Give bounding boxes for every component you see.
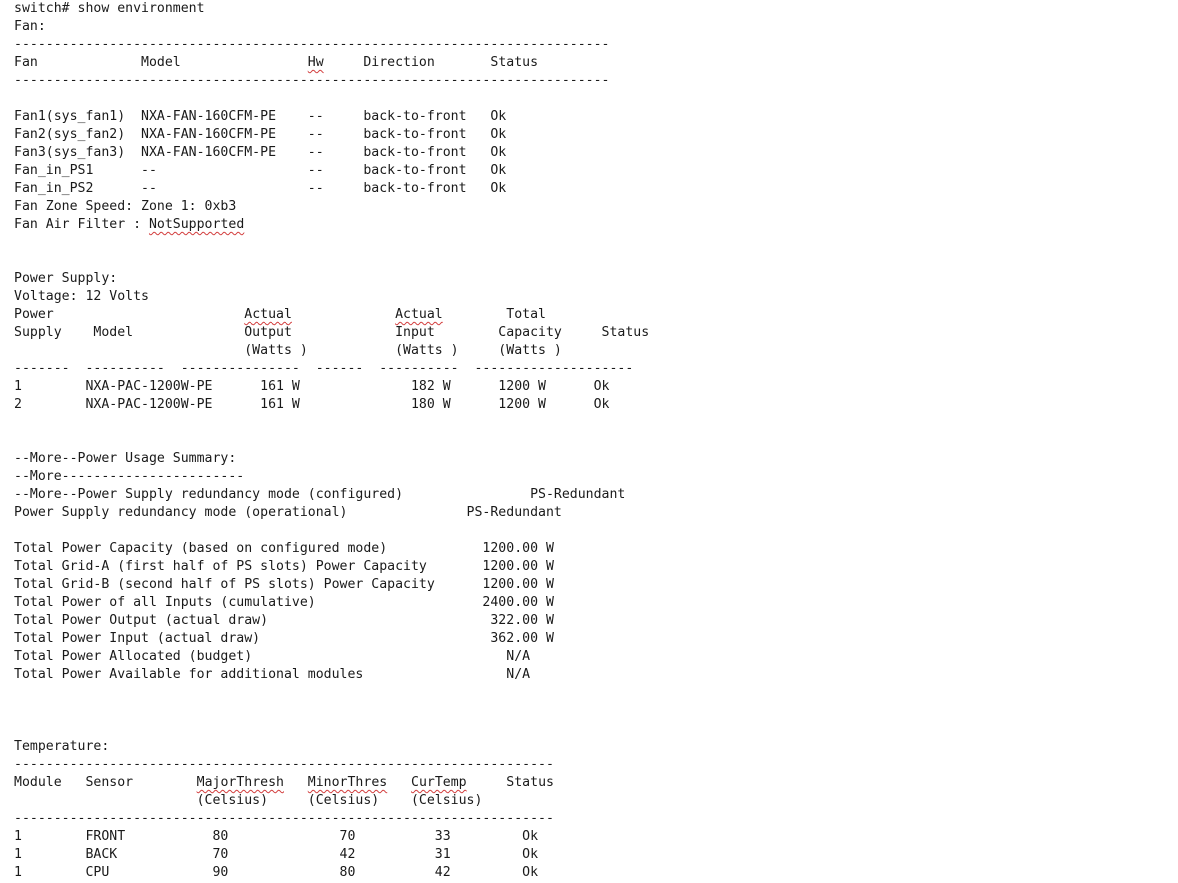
terminal-line: Fan2(sys_fan2) NXA-FAN-160CFM-PE -- back… xyxy=(14,127,507,142)
terminal-line: ----------------------------------------… xyxy=(14,757,554,772)
spellcheck-flagged-word: Actual xyxy=(244,307,292,322)
terminal-line: ----------------------------------------… xyxy=(14,73,610,88)
terminal-line: Total Power Capacity (based on configure… xyxy=(14,541,554,556)
terminal-line: Total Grid-B (second half of PS slots) P… xyxy=(14,577,554,592)
spellcheck-flagged-word: NotSupported xyxy=(148,217,245,232)
spellcheck-flagged-word: MinorThres xyxy=(307,775,388,790)
terminal-line: Temperature: xyxy=(14,739,110,754)
terminal-line: Supply Model Output Input Capacity Statu… xyxy=(14,325,650,340)
terminal-line: --More----------------------- xyxy=(14,469,245,484)
terminal-line: (Watts ) (Watts ) (Watts ) xyxy=(14,343,562,358)
terminal-line: 1 BACK 70 42 31 Ok xyxy=(14,847,539,862)
terminal-output[interactable]: switch# show environment Fan: ------------… xyxy=(14,0,1174,883)
terminal-line: Fan Air Filter : NotSupported xyxy=(14,217,245,232)
terminal-line: Fan Zone Speed: Zone 1: 0xb3 xyxy=(14,199,237,214)
terminal-line: Voltage: 12 Volts xyxy=(14,289,149,304)
terminal-line: 1 CPU 90 80 42 Ok xyxy=(14,865,539,880)
terminal-line: --More--Power Supply redundancy mode (co… xyxy=(14,487,626,502)
terminal-line: Total Power Input (actual draw) 362.00 W xyxy=(14,631,554,646)
spellcheck-flagged-word: CurTemp xyxy=(411,775,467,790)
terminal-line: Total Power Output (actual draw) 322.00 … xyxy=(14,613,554,628)
spellcheck-flagged-word: MajorThresh xyxy=(196,775,284,790)
terminal-line: Total Power Allocated (budget) N/A xyxy=(14,649,531,664)
terminal-line: 1 FRONT 80 70 33 Ok xyxy=(14,829,539,844)
terminal-line: Total Power Available for additional mod… xyxy=(14,667,531,682)
terminal-line: (Celsius) (Celsius) (Celsius) xyxy=(14,793,483,808)
spellcheck-flagged-word: Hw xyxy=(307,55,324,70)
terminal-line: Fan: xyxy=(14,19,46,34)
terminal-line: Module Sensor MajorThresh MinorThres Cur… xyxy=(14,775,554,790)
terminal-line: Fan3(sys_fan3) NXA-FAN-160CFM-PE -- back… xyxy=(14,145,507,160)
terminal-line: Total Grid-A (first half of PS slots) Po… xyxy=(14,559,554,574)
terminal-line: 2 NXA-PAC-1200W-PE 161 W 180 W 1200 W Ok xyxy=(14,397,610,412)
terminal-line: Fan1(sys_fan1) NXA-FAN-160CFM-PE -- back… xyxy=(14,109,507,124)
terminal-line: ----------------------------------------… xyxy=(14,37,610,52)
terminal-line: ----------------------------------------… xyxy=(14,811,554,826)
terminal-line: Power Supply redundancy mode (operationa… xyxy=(14,505,562,520)
terminal-line: ------- ---------- --------------- -----… xyxy=(14,361,634,376)
terminal-line: Total Power of all Inputs (cumulative) 2… xyxy=(14,595,554,610)
spellcheck-flagged-word: Actual xyxy=(395,307,443,322)
terminal-line: Power Supply: xyxy=(14,271,118,286)
terminal-line: --More--Power Usage Summary: xyxy=(14,451,237,466)
terminal-line: Fan_in_PS2 -- -- back-to-front Ok xyxy=(14,181,507,196)
terminal-line: switch# show environment xyxy=(14,1,205,16)
terminal-line: Fan_in_PS1 -- -- back-to-front Ok xyxy=(14,163,507,178)
terminal-line: Fan Model Hw Direction Status xyxy=(14,55,539,70)
terminal-line: Power Actual Actual Total xyxy=(14,307,546,322)
terminal-line: 1 NXA-PAC-1200W-PE 161 W 182 W 1200 W Ok xyxy=(14,379,610,394)
